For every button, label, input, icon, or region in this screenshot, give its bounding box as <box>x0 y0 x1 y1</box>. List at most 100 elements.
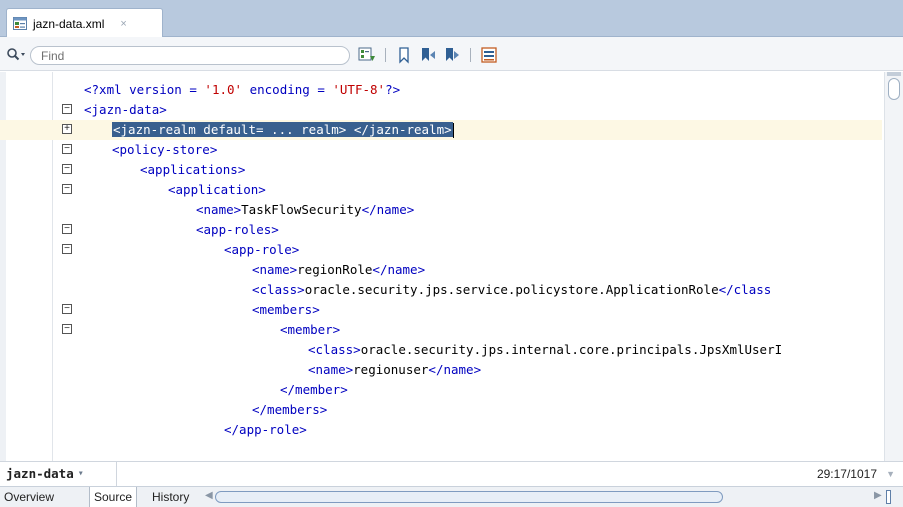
xml-tag: ?> <box>385 82 401 97</box>
code-text: <application> <box>168 182 266 197</box>
collapse-icon[interactable]: − <box>62 324 72 334</box>
tab-jazn-data-xml[interactable]: jazn-data.xml × <box>6 8 163 38</box>
collapse-icon[interactable]: − <box>62 164 72 174</box>
xml-tag: <application> <box>168 182 266 197</box>
code-editor[interactable]: <?xml version = '1.0' encoding = 'UTF-8'… <box>0 72 903 461</box>
code-line[interactable]: + <jazn-realm default= ... realm> </jazn-… <box>0 120 882 140</box>
xml-tag: </member> <box>280 382 348 397</box>
code-line[interactable]: − <jazn-data> <box>0 100 882 120</box>
chevron-down-icon: ▼ <box>886 469 895 479</box>
attribute-value: '1.0' <box>204 82 243 97</box>
text-content: regionuser <box>353 362 429 377</box>
find-box <box>7 46 350 65</box>
status-bar: jazn-data ▾ 29:17/1017 ▼ <box>0 461 903 486</box>
xml-tag: <name> <box>308 362 354 377</box>
editor-toolbar <box>0 37 903 71</box>
xml-tag: </app-role> <box>224 422 307 437</box>
code-text: <name>regionRole</name> <box>252 262 425 277</box>
horizontal-scrollbar[interactable] <box>215 491 875 503</box>
xml-file-icon <box>13 16 29 31</box>
collapse-icon[interactable]: − <box>62 244 72 254</box>
code-line[interactable]: <class>oracle.security.jps.service.polic… <box>0 280 882 300</box>
collapse-icon[interactable]: − <box>62 184 72 194</box>
bookmark-icon[interactable] <box>395 46 413 64</box>
text-content: TaskFlowSecurity <box>241 202 362 217</box>
text-caret <box>452 123 454 138</box>
tab-history[interactable]: History <box>148 487 193 507</box>
code-line[interactable]: </members> <box>0 400 882 420</box>
code-line[interactable]: <?xml version = '1.0' encoding = 'UTF-8'… <box>0 80 882 100</box>
code-line[interactable]: − <members> <box>0 300 882 320</box>
text-content: oracle.security.jps.internal.core.princi… <box>360 342 783 357</box>
code-line[interactable]: − <applications> <box>0 160 882 180</box>
xml-tag: <name> <box>252 262 298 277</box>
collapse-icon[interactable]: − <box>62 104 72 114</box>
selected-folded-text[interactable]: <jazn-realm default= ... realm> </jazn-r… <box>112 122 453 137</box>
grid-icon[interactable] <box>480 46 498 64</box>
code-line[interactable]: <name>regionuser</name> <box>0 360 882 380</box>
breadcrumb[interactable]: jazn-data ▾ <box>6 466 84 481</box>
tab-source[interactable]: Source <box>89 487 138 507</box>
xml-tag: <applications> <box>140 162 246 177</box>
find-input[interactable] <box>30 46 350 65</box>
code-line[interactable]: − <member> <box>0 320 882 340</box>
horizontal-scroll-thumb[interactable] <box>215 491 723 503</box>
collapse-icon[interactable]: − <box>62 144 72 154</box>
code-text: <name>TaskFlowSecurity</name> <box>196 202 414 217</box>
xml-tag: encoding = <box>242 82 333 97</box>
xml-tag: <name> <box>196 202 242 217</box>
code-text: <?xml version = '1.0' encoding = 'UTF-8'… <box>84 82 400 97</box>
breadcrumb-label: jazn-data <box>6 466 74 481</box>
chevron-down-icon[interactable]: ▾ <box>78 468 84 479</box>
next-bookmark-icon[interactable] <box>443 46 461 64</box>
code-text: <app-roles> <box>196 222 279 237</box>
vertical-scrollbar[interactable] <box>884 72 903 461</box>
find-next-icon[interactable] <box>358 46 376 64</box>
vertical-scroll-thumb[interactable] <box>888 78 900 100</box>
code-line[interactable]: − <app-roles> <box>0 220 882 240</box>
close-icon[interactable]: × <box>120 18 126 30</box>
xml-tag: </name> <box>428 362 482 377</box>
code-line[interactable]: <name>TaskFlowSecurity</name> <box>0 200 882 220</box>
code-line[interactable]: </member> <box>0 380 882 400</box>
code-line[interactable]: − <policy-store> <box>0 140 882 160</box>
tab-label: jazn-data.xml <box>33 16 105 31</box>
text-content: oracle.security.jps.service.policystore.… <box>304 282 719 297</box>
xml-tag: <app-role> <box>224 242 300 257</box>
code-line[interactable]: <name>regionRole</name> <box>0 260 882 280</box>
search-options-icon[interactable] <box>6 47 28 63</box>
editor-tab-bar: jazn-data.xml × <box>0 0 903 38</box>
code-text: <class>oracle.security.jps.service.polic… <box>252 282 771 297</box>
code-text: <applications> <box>140 162 245 177</box>
xml-tag: </members> <box>252 402 328 417</box>
scroll-left-icon[interactable]: ◀ <box>205 490 213 501</box>
code-text: </members> <box>252 402 327 417</box>
xml-tag: </name> <box>372 262 426 277</box>
code-line[interactable]: </app-role> <box>0 420 882 440</box>
expand-icon[interactable]: + <box>62 124 72 134</box>
xml-tag: <jazn-data> <box>84 102 167 117</box>
xml-tag: <class> <box>308 342 361 357</box>
xml-tag: </class <box>718 282 772 297</box>
code-line[interactable]: − <application> <box>0 180 882 200</box>
attribute-value: 'UTF-8' <box>332 82 386 97</box>
text-content: regionRole <box>297 262 373 277</box>
code-text: <jazn-data> <box>84 102 167 117</box>
scroll-right-icon[interactable]: ▶ <box>874 490 882 501</box>
collapse-icon[interactable]: − <box>62 304 72 314</box>
code-line[interactable]: − <app-role> <box>0 240 882 260</box>
collapse-icon[interactable]: − <box>62 224 72 234</box>
code-text: <app-role> <box>224 242 299 257</box>
code-text: <name>regionuser</name> <box>308 362 481 377</box>
code-text: <members> <box>252 302 320 317</box>
xml-tag: <app-roles> <box>196 222 279 237</box>
scroll-end-marker <box>886 490 891 504</box>
tab-overview[interactable]: Overview <box>0 487 58 507</box>
previous-bookmark-icon[interactable] <box>419 46 437 64</box>
code-line[interactable]: <class>oracle.security.jps.internal.core… <box>0 340 882 360</box>
code-text: </member> <box>280 382 348 397</box>
xml-tag: <?xml version = <box>84 82 205 97</box>
toolbar-icons <box>358 45 498 65</box>
code-text: <member> <box>280 322 340 337</box>
xml-tag: <member> <box>280 322 341 337</box>
